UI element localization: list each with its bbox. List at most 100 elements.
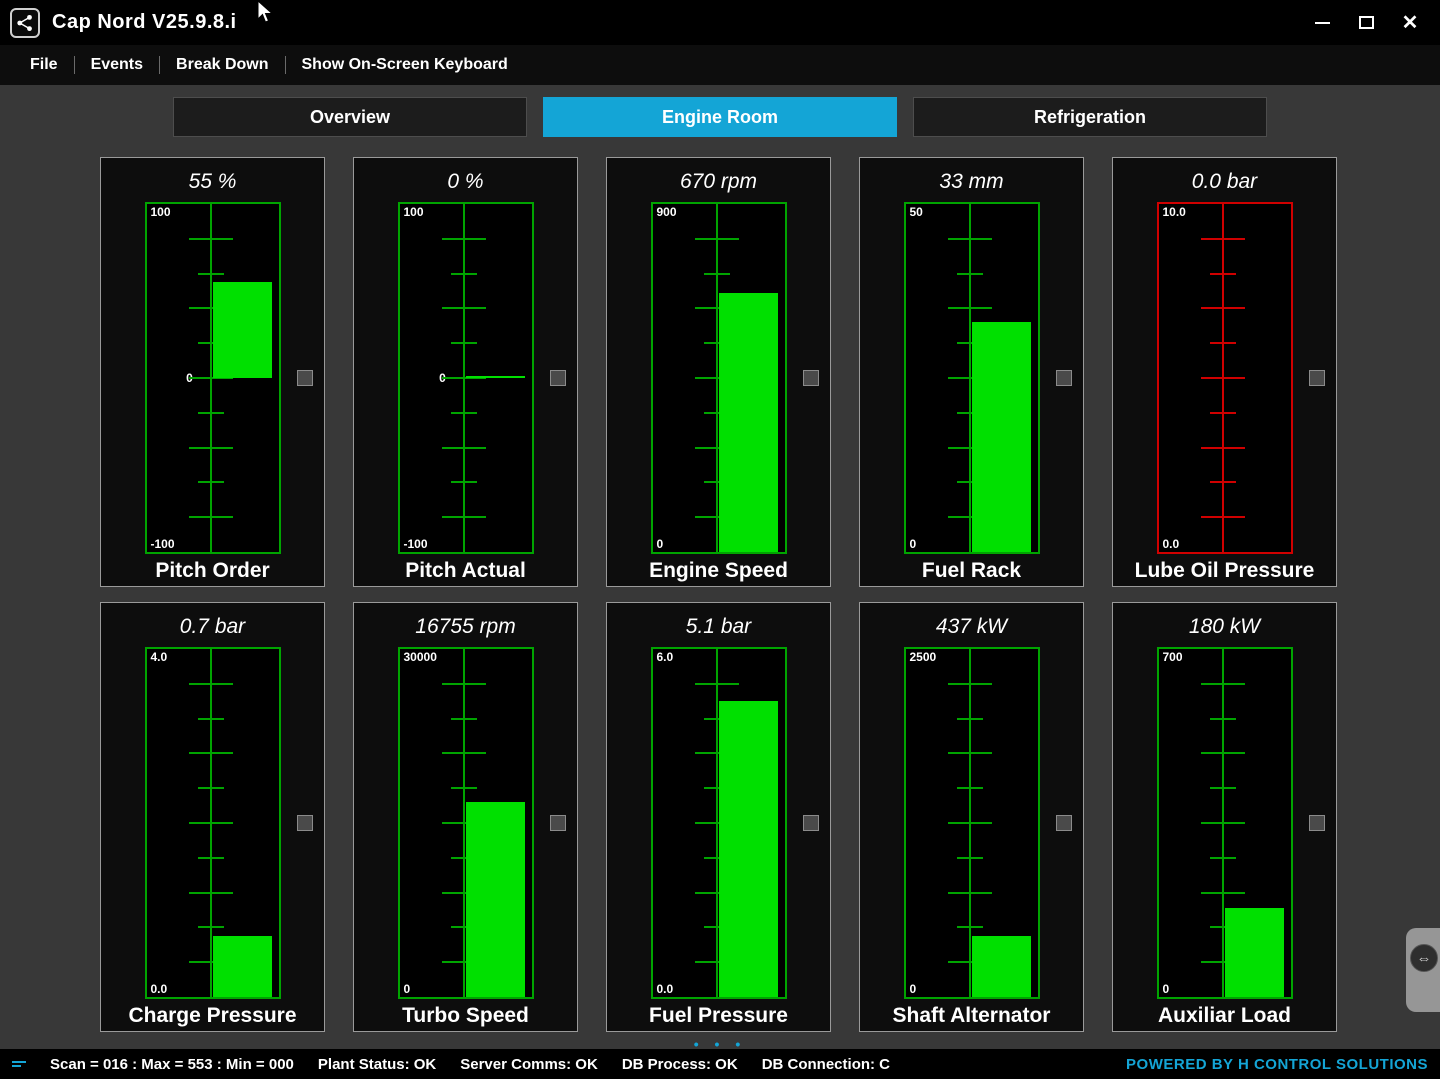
gauge-tick	[957, 787, 983, 789]
gauge-fill	[1225, 908, 1284, 997]
gauge-tick	[1210, 342, 1236, 344]
gauge-value: 33 mm	[860, 166, 1083, 196]
gauge-panel-turbo-speed: 16755 rpm 30000 0 Turbo Speed	[353, 602, 578, 1032]
gauge-scale-min: 0	[910, 537, 917, 551]
gauge-tick	[1210, 481, 1236, 483]
gauge-tick	[1201, 447, 1245, 449]
server-comms-status: Server Comms: OK	[460, 1056, 598, 1073]
gauge-setpoint-handle[interactable]	[550, 370, 566, 386]
gauge-setpoint-handle[interactable]	[803, 370, 819, 386]
gauge-setpoint-handle[interactable]	[550, 815, 566, 831]
gauge-tick	[1201, 683, 1245, 685]
gauge-value: 437 kW	[860, 611, 1083, 641]
gauge-tick	[451, 718, 477, 720]
menu-break-down[interactable]: Break Down	[160, 56, 284, 74]
gauge-tick	[451, 787, 477, 789]
minimize-button[interactable]	[1308, 9, 1336, 37]
gauge-tick	[451, 481, 477, 483]
gauge-tick	[189, 822, 233, 824]
gauge-tick	[442, 752, 486, 754]
gauge-panel-charge-pressure: 0.7 bar 4.0 0.0 Charge Pressure	[100, 602, 325, 1032]
status-bar: Scan = 016 : Max = 553 : Min = 000 Plant…	[0, 1049, 1440, 1079]
gauge-tick	[189, 752, 233, 754]
gauge-scale-max: 50	[910, 205, 923, 219]
gauge-tick	[948, 307, 992, 309]
gauge-panel-auxiliar-load: 180 kW 700 0 Auxiliar Load	[1112, 602, 1337, 1032]
menu-show-on-screen-keyboard[interactable]: Show On-Screen Keyboard	[286, 56, 524, 74]
gauge-tick	[957, 857, 983, 859]
gauge-panel-engine-speed: 670 rpm 900 0 Engine Speed	[606, 157, 831, 587]
gauge-scale-min: 0	[1163, 982, 1170, 996]
gauge-bar: 6.0 0.0	[651, 647, 787, 999]
gauge-fill	[719, 293, 778, 552]
gauge-tick	[1201, 822, 1245, 824]
app-icon	[10, 8, 40, 38]
tab-bar: Overview Engine Room Refrigeration	[173, 97, 1267, 137]
gauge-tick	[198, 412, 224, 414]
gauge-label: Fuel Pressure	[607, 1004, 830, 1028]
db-connection-status: DB Connection: C	[762, 1056, 890, 1073]
gauge-label: Auxiliar Load	[1113, 1004, 1336, 1028]
gauge-tick	[198, 857, 224, 859]
slide-out-handle[interactable]: ⇔	[1406, 928, 1440, 1012]
gauge-setpoint-handle[interactable]	[297, 815, 313, 831]
gauge-fill	[213, 936, 272, 997]
gauge-scale-max: 100	[404, 205, 424, 219]
menu-bar: File Events Break Down Show On-Screen Ke…	[0, 45, 1440, 85]
gauge-value: 180 kW	[1113, 611, 1336, 641]
gauge-tick	[704, 273, 730, 275]
gauge-fill	[213, 282, 272, 378]
gauge-tick	[1210, 273, 1236, 275]
gauge-tick	[695, 238, 739, 240]
gauge-tick	[442, 307, 486, 309]
window-title: Cap Nord V25.9.8.i	[52, 11, 237, 34]
gauge-tick	[442, 238, 486, 240]
gauge-label: Shaft Alternator	[860, 1004, 1083, 1028]
db-process-status: DB Process: OK	[622, 1056, 738, 1073]
gauge-tick	[1210, 718, 1236, 720]
title-bar: Cap Nord V25.9.8.i ✕	[0, 0, 1440, 45]
gauge-fill	[719, 701, 778, 997]
tab-refrigeration[interactable]: Refrigeration	[913, 97, 1267, 137]
gauge-setpoint-handle[interactable]	[1056, 370, 1072, 386]
share-network-icon	[16, 14, 34, 32]
gauge-tick	[1210, 857, 1236, 859]
gauge-bar: 10.0 0.0	[1157, 202, 1293, 554]
tab-engine-room[interactable]: Engine Room	[543, 97, 897, 137]
gauge-setpoint-handle[interactable]	[1309, 370, 1325, 386]
maximize-button[interactable]	[1352, 9, 1380, 37]
gauge-tick	[1201, 377, 1245, 379]
gauge-label: Charge Pressure	[101, 1004, 324, 1028]
gauge-tick	[442, 516, 486, 518]
gauge-bar: 900 0	[651, 202, 787, 554]
menu-file[interactable]: File	[14, 56, 74, 74]
gauge-tick	[198, 718, 224, 720]
menu-events[interactable]: Events	[75, 56, 159, 74]
gauge-label: Pitch Actual	[354, 559, 577, 583]
gauge-tick	[198, 481, 224, 483]
gauge-scale-min: 0.0	[657, 982, 674, 996]
close-button[interactable]: ✕	[1396, 9, 1424, 37]
gauge-tick	[1201, 516, 1245, 518]
gauge-bar: 2500 0	[904, 647, 1040, 999]
gauge-bar: 30000 0	[398, 647, 534, 999]
gauge-setpoint-handle[interactable]	[1309, 815, 1325, 831]
gauge-panel-lube-oil-pressure: 0.0 bar 10.0 0.0 Lube Oil Pressure	[1112, 157, 1337, 587]
gauge-tick	[198, 787, 224, 789]
gauge-fill	[972, 936, 1031, 997]
gauge-tick	[1210, 787, 1236, 789]
gauge-scale-max: 100	[151, 205, 171, 219]
gauge-setpoint-handle[interactable]	[803, 815, 819, 831]
gauge-tick	[189, 516, 233, 518]
tab-overview[interactable]: Overview	[173, 97, 527, 137]
gauge-scale-max: 4.0	[151, 650, 168, 664]
gauge-scale-max: 700	[1163, 650, 1183, 664]
scan-icon	[12, 1059, 26, 1069]
gauge-tick	[957, 273, 983, 275]
gauge-panel-pitch-actual: 0 % 100 0 -100 Pitch Actual	[353, 157, 578, 587]
gauge-setpoint-handle[interactable]	[1056, 815, 1072, 831]
gauge-setpoint-handle[interactable]	[297, 370, 313, 386]
gauge-label: Lube Oil Pressure	[1113, 559, 1336, 583]
gauge-scale-max: 900	[657, 205, 677, 219]
gauge-tick	[451, 342, 477, 344]
